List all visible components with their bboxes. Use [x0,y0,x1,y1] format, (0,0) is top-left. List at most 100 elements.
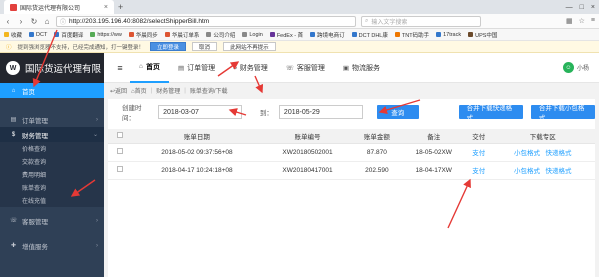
bookmark-item[interactable]: 收藏 [4,31,22,39]
cell-bill-date: 2018-04-17 10:24:18+08 [132,161,262,180]
sidebar-item-label: 财务管理 [22,132,48,140]
bookmark-item[interactable]: https://ww [90,31,122,38]
reload-icon[interactable]: ↻ [30,17,38,26]
download-small-link[interactable]: 小包格式 [514,168,540,175]
tab-home[interactable]: ⌂ 首页 [130,53,169,83]
notice-cancel-button[interactable]: 取消 [192,42,218,51]
download-express-link[interactable]: 快递格式 [545,150,571,157]
sidebar-subitem-fees[interactable]: 费用明细 [0,168,104,181]
crumb-finance[interactable]: 财务管理 [156,86,180,95]
tab-customer[interactable]: ☏ 客服管理 [277,53,334,83]
chevron-down-icon: ⌄ [92,132,98,138]
bookmark-label: 百度翻译 [61,32,84,39]
maximize-icon[interactable]: □ [580,4,584,11]
pay-link[interactable]: 支付 [472,168,485,175]
select-all-cell[interactable] [108,129,132,144]
sidebar-item-value-service[interactable]: ✚ 增值服务 › [0,238,104,253]
bookmark-label: https://ww [97,31,122,38]
home-icon[interactable]: ⌂ [43,17,51,26]
wallet-icon: $ [233,64,237,71]
select-all-checkbox[interactable] [117,131,123,138]
forward-icon[interactable]: › [17,17,25,26]
bookmark-favicon-icon [436,32,442,37]
window-close-icon[interactable]: × [591,4,595,11]
sidebar-item-home[interactable]: ⌂ 首页 [0,83,104,98]
bookmark-item[interactable]: 华晨订单系 [164,31,200,39]
col-bill-amount: 账单金额 [353,129,401,144]
breadcrumb: ↩返回 ⌂首页 | 财务管理 | 账单查询/下载 [104,83,599,98]
bookmark-item[interactable]: UPS中国 [468,31,497,39]
sidebar-subitem-bills[interactable]: 账单查询 [0,181,104,194]
bookmarks-bar: 收藏 DCT 百度翻译 https://ww 华晨同步 华晨订单系 公司介绍 Login Fed… [0,29,599,41]
tab-finance[interactable]: $ 财务管理 [224,53,277,83]
bookmark-item[interactable]: TNT码助手 [394,31,429,39]
bookmark-item[interactable]: DCT [29,32,47,38]
app-root: W 国际货运代理有限 ⌂ 首页 ▤ 订单管理 › $ 财务管理 ⌄ 价格查询 交… [0,53,599,277]
bookmark-item[interactable]: FedEx - 首 [269,31,303,39]
menu-icon[interactable]: ≡ [591,17,595,25]
back-link[interactable]: ↩返回 [110,86,127,95]
sidebar-item-customer[interactable]: ☏ 客服管理 › [0,213,104,228]
bookmark-item[interactable]: 百度翻译 [54,31,83,39]
table-row: 2018-05-02 09:37:56+08 XW20180502001 87.… [108,143,595,162]
url-field[interactable]: ⓘ http://203.195.196.40:8082/selectShipp… [56,15,356,27]
crumb-separator: | [150,87,153,94]
bookmark-star-icon[interactable]: ☆ [579,17,585,25]
browser-notice-bar: ⓘ 提到强浏览器不支持，已经完成通知，打一键登录！ 立即登录 取消 此网站不再提… [0,41,599,53]
plus-icon: ✚ [10,243,17,249]
url-text: http://203.195.196.40:8082/selectShipper… [69,17,210,25]
user-name: 小杨 [576,66,589,72]
chevron-right-icon: › [96,116,98,123]
bookmark-label: 华晨订单系 [171,32,200,39]
from-date-input[interactable]: 2018-03-07 [158,105,242,119]
crumb-separator: | [184,87,186,94]
bookmark-item[interactable]: 跨境电商订 [310,31,345,39]
notice-never-button[interactable]: 此网站不再提示 [223,42,276,51]
minimize-icon[interactable]: — [566,4,573,11]
extensions-icon[interactable]: ▦ [566,17,573,25]
wallet-icon: $ [11,131,16,138]
row-checkbox[interactable] [117,148,123,154]
table-header-row: 账单日期 账单编号 账单金额 备注 交付 下载专区 [108,129,595,144]
row-checkbox[interactable] [117,166,123,172]
bookmark-favicon-icon [394,32,400,37]
sidebar-subitem-payment[interactable]: 交款查询 [0,155,104,168]
col-bill-no: 账单编号 [261,129,354,144]
merge-download-small-button[interactable]: 合并下载小包格式 [530,105,596,122]
pay-link[interactable]: 支付 [472,150,485,157]
sidebar-item-orders[interactable]: ▤ 订单管理 › [0,112,104,127]
headset-icon: ☏ [285,64,294,72]
download-express-link[interactable]: 快递格式 [545,168,571,175]
user-menu[interactable]: ☺ 小杨 [562,62,589,73]
to-date-input[interactable]: 2018-05-29 [278,105,363,119]
bookmark-item[interactable]: 17track [436,32,461,38]
bookmark-favicon-icon [242,32,248,37]
sidebar-subitem-price[interactable]: 价格查询 [0,142,104,155]
bookmark-item[interactable]: 公司介绍 [206,31,235,39]
sidebar-item-label: 增值服务 [22,243,48,251]
download-small-link[interactable]: 小包格式 [514,150,540,157]
tab-orders[interactable]: ▤ 订单管理 [169,53,224,83]
browser-search-input[interactable]: ⌕ 输入文字搜索 [361,15,481,27]
bookmark-item[interactable]: DCT DHL康 [351,31,388,39]
close-tab-icon[interactable]: × [104,4,108,11]
notice-login-button[interactable]: 立即登录 [150,42,187,51]
crumb-home[interactable]: ⌂首页 [131,86,147,95]
bookmark-item[interactable]: Login [242,32,263,38]
window-controls: — □ × [566,0,595,14]
tab-logistics[interactable]: ▣ 物流服务 [334,53,389,83]
search-button[interactable]: 查询 [376,105,419,119]
chevron-right-icon: › [96,242,98,249]
merge-download-express-button[interactable]: 合并下载快递格式 [458,105,523,122]
bookmark-item[interactable]: 华晨同步 [128,31,158,39]
back-icon[interactable]: ‹ [4,17,12,26]
notice-info-icon: ⓘ [6,44,12,51]
sidebar-subitem-recharge[interactable]: 在线充值 [0,194,104,207]
cell-amount: 87.870 [353,143,401,162]
sidebar-item-finance[interactable]: $ 财务管理 ⌄ [0,127,104,142]
hamburger-icon[interactable]: ≡ [110,63,130,73]
bookmark-favicon-icon [206,32,212,37]
col-remark: 备注 [400,129,467,144]
new-tab-icon[interactable]: + [118,2,123,12]
browser-tab[interactable]: 国际货运代理有限公司 × [4,0,114,14]
